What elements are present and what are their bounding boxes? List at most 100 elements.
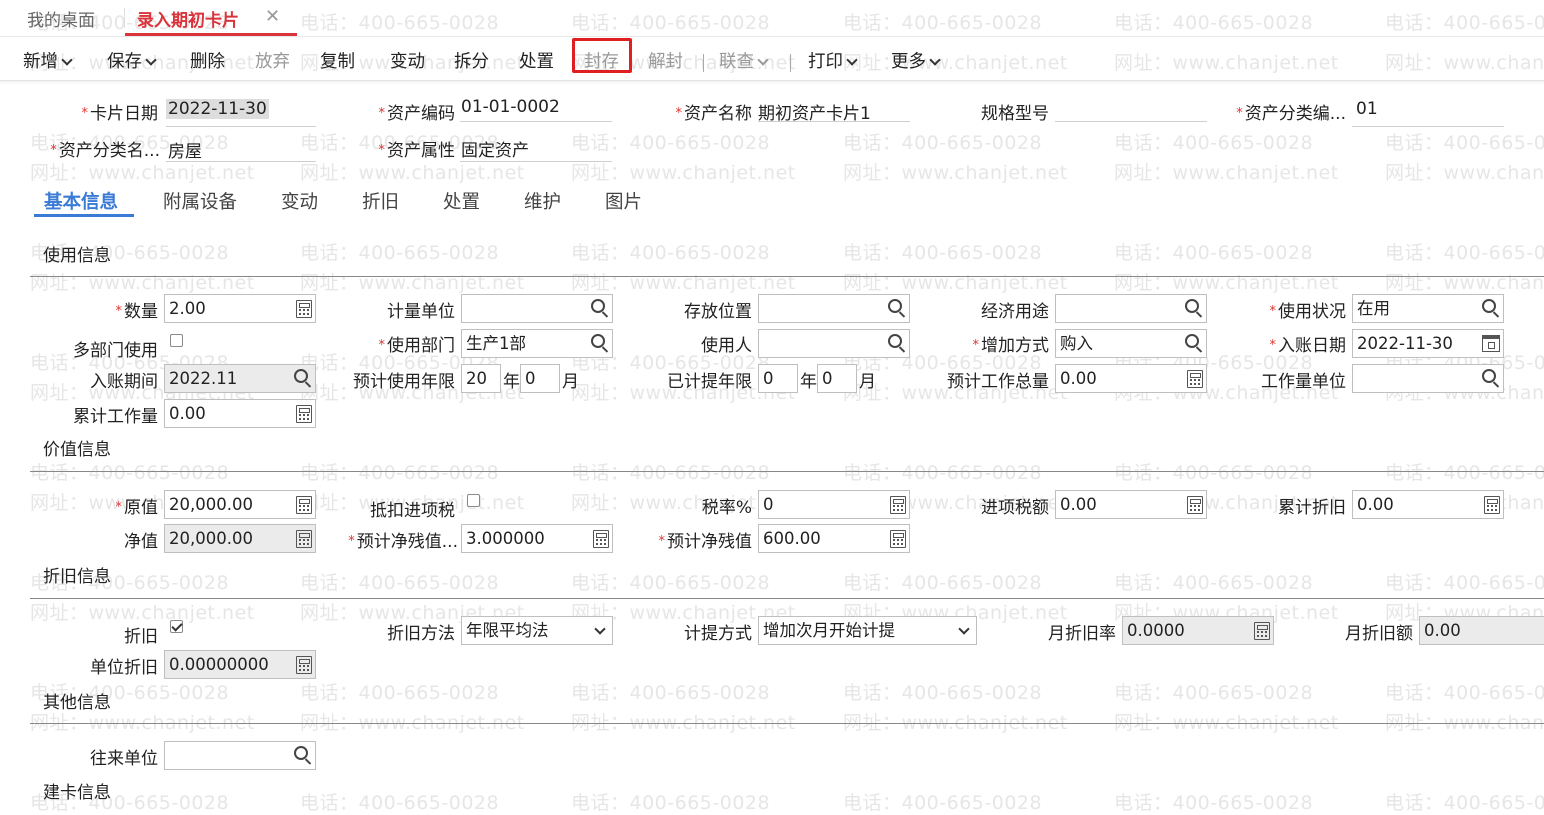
dispose-button[interactable]: 处置 [519,48,554,73]
partner-input[interactable] [164,741,316,770]
tab-maintenance[interactable]: 维护 [524,188,561,214]
calculator-icon[interactable] [1187,370,1203,388]
calculator-icon[interactable] [296,656,312,674]
calculator-icon[interactable] [890,530,906,548]
search-icon[interactable] [888,299,902,313]
monthly-amount-input[interactable]: 0.00 [1419,616,1544,645]
accrual-select[interactable]: 增加次月开始计提 [758,616,977,645]
search-icon[interactable] [294,746,308,760]
dep-method-select[interactable]: 年限平均法 [461,616,613,645]
accum-dep-input[interactable]: 0.00 [1352,490,1504,519]
card-date-value[interactable]: 2022-11-30 [166,99,269,119]
close-icon[interactable]: ✕ [265,6,280,27]
tab-images[interactable]: 图片 [605,188,642,214]
tab-depreciation[interactable]: 折旧 [362,188,399,214]
delete-button[interactable]: 删除 [190,48,225,73]
more-button[interactable]: 更多 [891,48,941,73]
calculator-icon[interactable] [296,496,312,514]
total-workload-input[interactable]: 0.00 [1055,364,1207,393]
location-input[interactable] [758,294,910,323]
asset-attr-value[interactable]: 固定资产 [461,136,529,161]
linked-query-button[interactable]: 联查 [719,48,769,73]
depreciate-checkbox[interactable] [170,620,183,633]
search-icon[interactable] [1185,299,1199,313]
watermark-phone: 电话：400-665-0028 [1385,792,1544,814]
tab-change[interactable]: 变动 [281,188,318,214]
tab-basic-info[interactable]: 基本信息 [44,188,118,214]
dept-input[interactable]: 生产1部 [461,329,613,358]
calculator-icon[interactable] [1187,496,1203,514]
tab-initial-card-entry[interactable]: 录入期初卡片 [137,6,239,31]
tab-disposal[interactable]: 处置 [443,188,480,214]
quantity-input[interactable]: 2.00 [164,294,316,323]
category-code-value[interactable]: 01 [1356,99,1378,119]
tab-my-desktop[interactable]: 我的桌面 [27,6,95,31]
tab-attached-equipment[interactable]: 附属设备 [163,188,237,214]
change-button[interactable]: 变动 [390,48,425,73]
category-name-value[interactable]: 房屋 [168,137,202,162]
status-input[interactable]: 在用 [1352,294,1504,323]
watermark-phone: 电话：400-665-0028 [843,572,1043,594]
residual-rate-input[interactable]: 3.000000 [461,524,613,553]
unit-input[interactable] [461,294,613,323]
calculator-icon[interactable] [890,496,906,514]
input-tax-input[interactable]: 0.00 [1055,490,1207,519]
copy-button[interactable]: 复制 [320,48,355,73]
watermark-phone: 电话：400-665-0028 [300,792,500,814]
deduct-tax-checkbox[interactable] [467,494,480,507]
search-icon[interactable] [591,334,605,348]
calculator-icon[interactable] [1484,496,1500,514]
depreciated-life-months-input[interactable]: 0 [817,364,857,393]
section-card-info-title: 建卡信息 [43,783,111,803]
calculator-icon[interactable] [296,300,312,318]
accum-workload-input[interactable]: 0.00 [164,399,316,428]
expected-life-label: 预计使用年限 [353,372,455,392]
add-method-input[interactable]: 购入 [1055,329,1207,358]
user-input[interactable] [758,329,910,358]
calculator-icon[interactable] [296,530,312,548]
discard-button[interactable]: 放弃 [255,48,290,73]
economic-use-input[interactable] [1055,294,1207,323]
original-value-input[interactable]: 20,000.00 [164,490,316,519]
search-icon[interactable] [1482,369,1496,383]
tax-rate-input[interactable]: 0 [758,490,910,519]
expected-life-months-input[interactable]: 0 [520,364,560,393]
net-value-input[interactable]: 20,000.00 [164,524,316,553]
search-icon[interactable] [294,369,308,383]
residual-rate-label: * 预计净残值... [348,532,458,552]
calculator-icon[interactable] [1254,622,1270,640]
status-label: * 使用状况 [1269,302,1347,322]
calculator-icon[interactable] [296,405,312,423]
asset-code-value[interactable]: 01-01-0002 [461,97,560,117]
search-icon[interactable] [591,299,605,313]
residual-input[interactable]: 600.00 [758,524,910,553]
watermark-phone: 电话：400-665-0028 [843,242,1043,264]
unseal-button[interactable]: 解封 [648,48,683,73]
expected-life-years-input[interactable]: 20 [461,364,501,393]
calculator-icon[interactable] [593,530,609,548]
unit-dep-label: 单位折旧 [90,658,158,678]
unit-dep-input[interactable]: 0.00000000 [164,650,316,679]
add-button[interactable]: 新增 [23,48,73,73]
chevron-down-icon [61,54,73,66]
search-icon[interactable] [1185,334,1199,348]
watermark-site: 网址：www.chanjet.net [30,602,255,624]
watermark-site: 网址：www.chanjet.net [300,162,525,184]
multi-dept-checkbox[interactable] [170,334,183,347]
search-icon[interactable] [1482,299,1496,313]
save-button[interactable]: 保存 [107,48,157,73]
workload-unit-input[interactable] [1352,364,1504,393]
search-icon[interactable] [888,334,902,348]
depreciated-life-years-input[interactable]: 0 [758,364,798,393]
asset-attr-label: * 资产属性 [378,141,456,161]
residual-label: * 预计净残值 [658,532,753,552]
dep-method-label: 折旧方法 [387,624,455,644]
category-name-underline [166,161,316,162]
print-button[interactable]: 打印 [808,48,858,73]
calendar-icon[interactable] [1482,335,1500,352]
monthly-rate-input[interactable]: 0.0000 [1122,616,1274,645]
watermark-site: 网址：www.chanjet.net [1385,712,1544,734]
split-button[interactable]: 拆分 [454,48,489,73]
entry-period-input[interactable]: 2022.11 [164,364,316,393]
spec-model-field[interactable] [1055,121,1207,122]
